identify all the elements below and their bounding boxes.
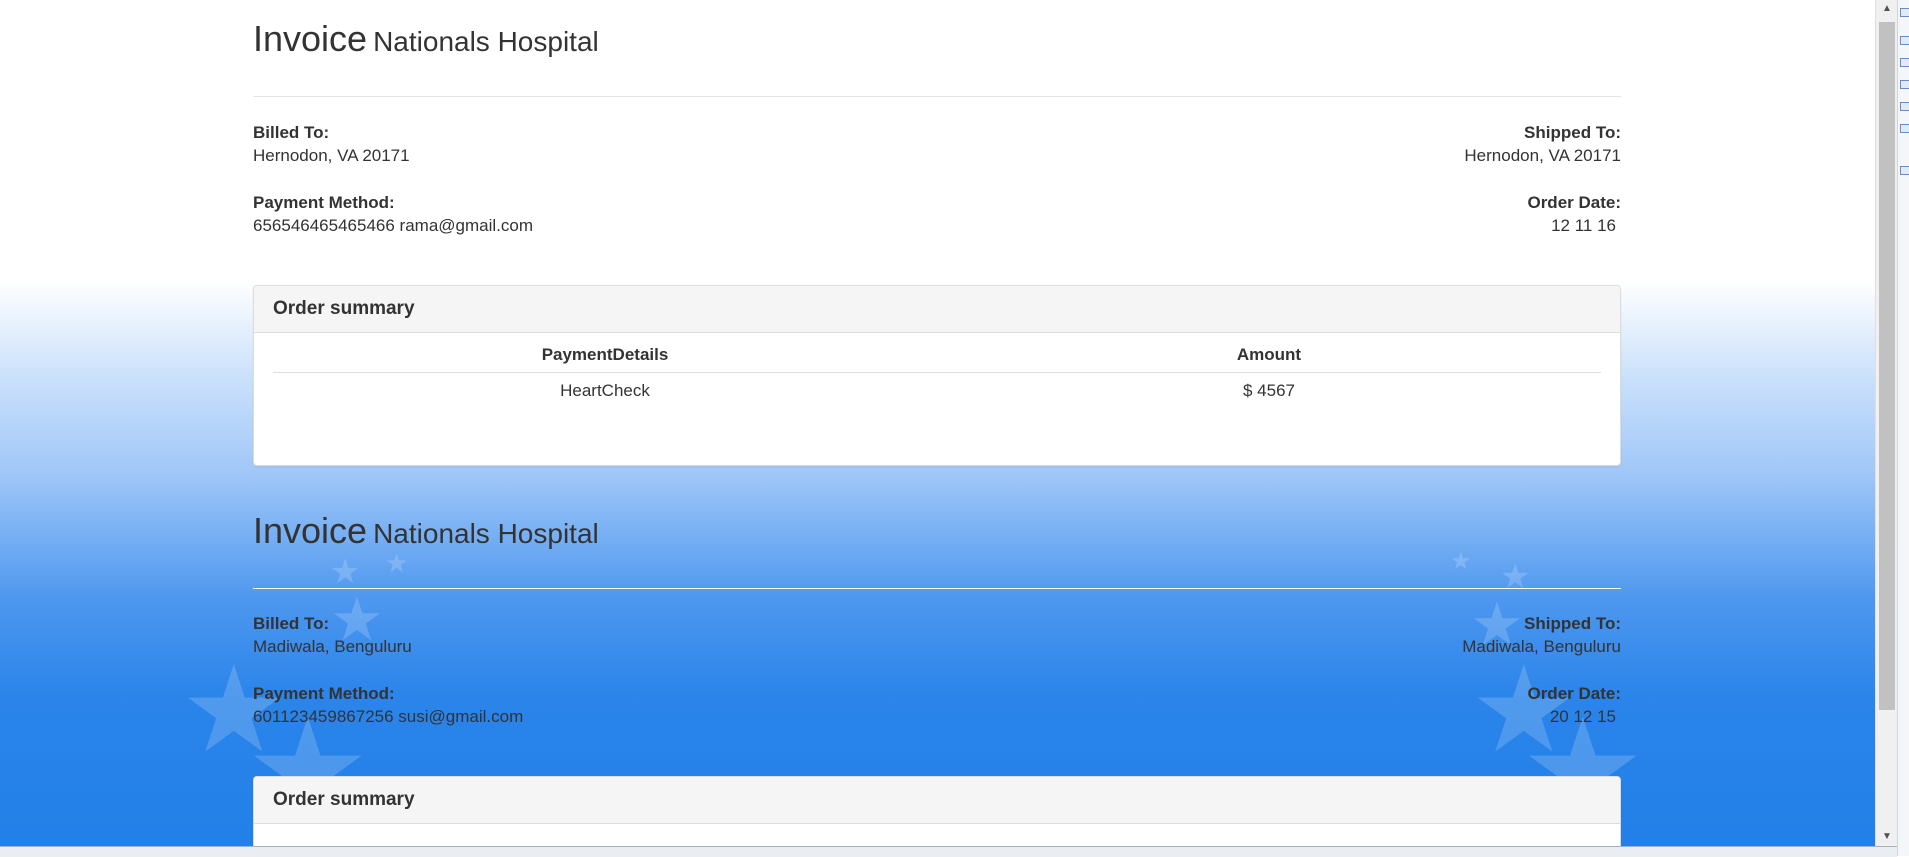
- order-date: Order Date: 20 12 15: [1527, 682, 1621, 728]
- shipped-to: Shipped To: Hernodon, VA 20171: [1464, 121, 1621, 167]
- order-date: Order Date: 12 11 16: [1527, 191, 1621, 237]
- shipped-to: Shipped To: Madiwala, Benguluru: [1462, 612, 1621, 658]
- toolbar-icon[interactable]: [1900, 166, 1909, 175]
- invoice-title: Invoice: [253, 510, 368, 551]
- vertical-scrollbar[interactable]: ▲ ▼: [1875, 0, 1898, 846]
- column-header-amount: Amount: [1236, 345, 1302, 364]
- billed-to-label: Billed To:: [253, 614, 330, 633]
- invoice-title: Invoice: [253, 18, 368, 59]
- invoice-heading: Invoice Nationals Hospital: [253, 18, 599, 78]
- side-toolbar: [1897, 0, 1909, 856]
- shipped-to-value: Madiwala, Benguluru: [1462, 637, 1621, 656]
- toolbar-icon[interactable]: [1900, 102, 1909, 111]
- billed-to-value: Madiwala, Benguluru: [253, 637, 412, 656]
- billed-to: Billed To: Madiwala, Benguluru: [253, 612, 412, 658]
- payment-method-label: Payment Method:: [253, 193, 395, 212]
- order-date-value: 20 12 15: [1549, 707, 1616, 726]
- hospital-name: Nationals Hospital: [373, 26, 599, 57]
- payment-method-value: 601123459867256 susi@gmail.com: [253, 707, 524, 726]
- scrollbar-thumb[interactable]: [1879, 22, 1895, 710]
- scroll-up-icon[interactable]: ▲: [1876, 0, 1898, 18]
- order-summary-table: PaymentDetails Amount HeartCheck $ 4567: [273, 333, 1601, 453]
- toolbar-icon[interactable]: [1900, 80, 1909, 89]
- toolbar-icon[interactable]: [1900, 36, 1909, 45]
- billed-to-value: Hernodon, VA 20171: [253, 146, 410, 165]
- payment-method: Payment Method: 656546465465466 rama@gma…: [253, 191, 533, 237]
- shipped-to-label: Shipped To:: [1524, 614, 1621, 633]
- billed-to-label: Billed To:: [253, 123, 330, 142]
- table-cell-amount: $ 4567: [1243, 381, 1295, 400]
- order-date-value: 12 11 16: [1551, 216, 1616, 235]
- invoice-heading: Invoice Nationals Hospital: [253, 510, 599, 570]
- shipped-to-value: Hernodon, VA 20171: [1464, 146, 1621, 165]
- divider: [253, 96, 1621, 97]
- star-decoration-icon: ★: [1450, 548, 1472, 575]
- payment-method-value: 656546465465466 rama@gmail.com: [253, 216, 533, 235]
- divider: [253, 588, 1621, 589]
- payment-method: Payment Method: 601123459867256 susi@gma…: [253, 682, 523, 728]
- column-header-payment-details: PaymentDetails: [541, 345, 669, 364]
- order-date-label: Order Date:: [1527, 684, 1621, 703]
- order-summary-title: Order summary: [254, 777, 1620, 824]
- toolbar-icon[interactable]: [1900, 8, 1909, 17]
- billed-to: Billed To: Hernodon, VA 20171: [253, 121, 410, 167]
- table-cell-payment-details: HeartCheck: [560, 381, 650, 400]
- toolbar-icon[interactable]: [1900, 58, 1909, 67]
- order-summary-panel: Order summary: [253, 776, 1621, 847]
- shipped-to-label: Shipped To:: [1524, 123, 1621, 142]
- hospital-name: Nationals Hospital: [373, 518, 599, 549]
- order-summary-title: Order summary: [254, 286, 1620, 333]
- window-bottom-edge: [0, 846, 1897, 857]
- toolbar-icon[interactable]: [1900, 124, 1909, 133]
- payment-method-label: Payment Method:: [253, 684, 395, 703]
- scroll-down-icon[interactable]: ▼: [1876, 828, 1898, 846]
- order-summary-panel: Order summary PaymentDetails Amount Hear…: [253, 285, 1621, 466]
- table-header-divider: [273, 372, 1601, 373]
- order-date-label: Order Date:: [1527, 193, 1621, 212]
